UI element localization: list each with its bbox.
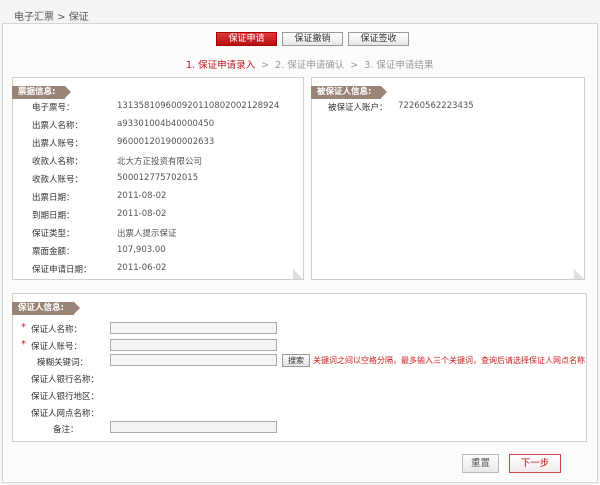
step-3: 3. 保证申请结果 [364,60,434,71]
bill-value: a93301004b40000450 [117,119,215,129]
keyword-label: 模糊关键词： [37,358,89,368]
guaranteed-info-panel: 被保证人信息: 被保证人账户： 72260562223435 [311,77,585,280]
bill-label: 电子票号： [32,103,75,113]
guarantor-name-label: 保证人名称： [31,325,83,335]
corner-fold [574,269,584,279]
bill-info-title: 票据信息: [12,86,72,99]
step-indicator: 1. 保证申请录入 > 2. 保证申请确认 > 3. 保证申请结果 [186,57,433,71]
bill-label: 票面金额： [32,247,75,257]
bill-value: 960001201900002633 [117,137,215,147]
bill-value: 2011-08-02 [117,209,167,219]
tab-guarantee-apply[interactable]: 保证申请 [216,32,277,46]
bill-value: 107,903.00 [117,245,166,255]
step-separator: > [261,60,270,71]
keyword-input[interactable] [110,354,277,366]
bill-label: 到期日期： [32,211,75,221]
bill-label: 出票人名称： [32,121,84,131]
bill-label: 保证申请日期： [32,265,92,275]
bill-label: 出票人账号： [32,139,84,149]
guarantor-title: 保证人信息: [12,302,80,315]
guaranteed-account-value: 72260562223435 [398,101,474,111]
bill-value: 500012775702015 [117,173,199,183]
bill-label: 保证类型： [32,229,75,239]
guaranteed-info-title: 被保证人信息: [311,86,388,99]
breadcrumb: 电子汇票 > 保证 [14,12,89,23]
remark-input[interactable] [110,421,277,433]
bank-name-label: 保证人银行名称： [31,375,100,385]
step-1: 1. 保证申请录入 [186,60,256,71]
reset-button[interactable]: 重置 [462,454,499,473]
step-separator: > [350,60,359,71]
guarantor-account-label: 保证人账号： [31,342,83,352]
remark-label: 备注： [53,425,79,435]
guaranteed-account-label: 被保证人账户： [328,103,388,113]
bill-label: 收款人账号： [32,175,84,185]
bill-value: 2011-06-02 [117,263,167,273]
tab-guarantee-cancel[interactable]: 保证撤销 [282,32,343,46]
corner-fold [293,269,303,279]
required-mark: * [21,322,26,333]
bill-value: 2011-08-02 [117,191,167,201]
guarantor-account-input[interactable] [110,339,277,351]
bill-label: 收款人名称： [32,157,84,167]
step-2: 2. 保证申请确认 [275,60,345,71]
keyword-hint: 关键词之间以空格分隔，最多输入三个关键词，查询后请选择保证人网点名称 [313,356,585,365]
bill-info-panel: 票据信息: 电子票号： 1313581096009201108020021289… [12,77,304,280]
bank-region-label: 保证人银行地区： [31,392,100,402]
bill-label: 出票日期： [32,193,75,203]
bill-value: 出票人提示保证 [117,229,177,239]
bill-value: 131358109600920110802002128924 [117,101,280,111]
guarantor-name-input[interactable] [110,322,277,334]
branch-name-label: 保证人网点名称： [31,409,100,419]
tab-guarantee-sign[interactable]: 保证签收 [348,32,409,46]
bill-value: 北大方正投资有限公司 [117,157,203,167]
next-step-button[interactable]: 下一步 [509,454,561,473]
search-button[interactable]: 搜索 [282,354,310,367]
required-mark: * [21,339,26,350]
tab-bar: 保证申请 保证撤销 保证签收 [216,32,409,46]
guarantor-panel: 保证人信息: * 保证人名称： * 保证人账号： 模糊关键词： 搜索 关键词之间… [12,293,587,442]
